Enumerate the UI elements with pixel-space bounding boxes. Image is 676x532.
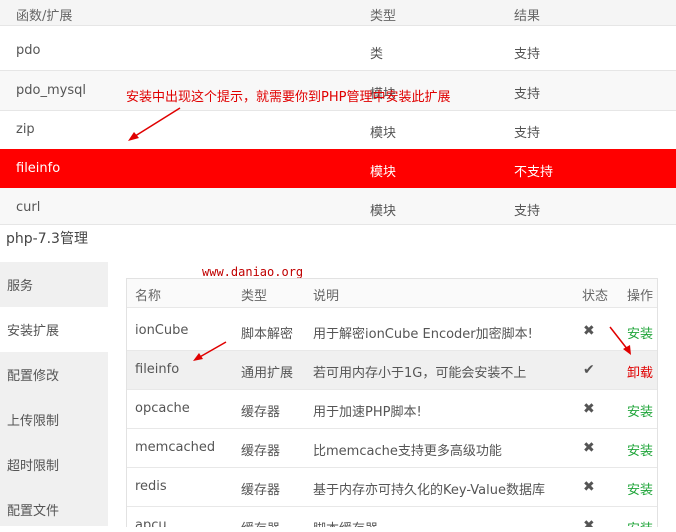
- row-type: 类: [370, 47, 384, 62]
- ext-desc: 用于解密ionCube Encoder加密脚本!: [313, 327, 533, 342]
- col-type-header: 类型: [241, 289, 268, 304]
- ext-desc: 若可用内存小于1G，可能会安装不上: [313, 366, 527, 381]
- sidebar-item-label: 配置文件: [7, 504, 60, 519]
- table-row: pdo 类 支持: [0, 31, 676, 71]
- col-name-header: 函数/扩展: [16, 9, 73, 24]
- table-row: redis 缓存器 基于内存亦可持久化的Key-Value数据库 ✖ 安装: [127, 468, 657, 507]
- sidebar-item-config-edit[interactable]: 配置修改: [0, 352, 108, 397]
- install-link[interactable]: 安装: [627, 440, 653, 459]
- col-name-header: 名称: [135, 289, 162, 304]
- row-result: 支持: [514, 126, 541, 141]
- col-result-header: 结果: [514, 9, 541, 24]
- ext-type: 缓存器: [241, 444, 281, 459]
- ext-desc: 比memcache支持更多高级功能: [313, 444, 502, 459]
- row-type: 模块: [370, 126, 397, 141]
- annotation-arrow-icon: [128, 107, 181, 141]
- ext-desc: 用于加速PHP脚本!: [313, 405, 422, 420]
- col-desc-header: 说明: [313, 289, 340, 304]
- col-action-header: 操作: [627, 289, 654, 304]
- sidebar-item-install-extension[interactable]: 安装扩展: [0, 307, 108, 352]
- pointer-arrow-icon: [609, 326, 631, 355]
- table-header: 名称 类型 说明 状态 操作: [127, 279, 657, 308]
- sidebar-item-label: 安装扩展: [7, 324, 60, 339]
- table-header: 函数/扩展 类型 结果: [0, 0, 676, 26]
- row-name: zip: [16, 122, 35, 137]
- cross-icon: ✖: [583, 440, 595, 456]
- sidebar-item-upload-limit[interactable]: 上传限制: [0, 397, 108, 442]
- table-row-highlighted: fileinfo 模块 不支持: [0, 149, 676, 189]
- row-type: 模块: [370, 165, 397, 180]
- row-result: 支持: [514, 87, 541, 102]
- ext-name: memcached: [135, 440, 216, 455]
- extension-check-table: 函数/扩展 类型 结果 pdo 类 支持 pdo_mysql 模块 支持 zip…: [0, 0, 676, 225]
- php-manager-title: php-7.3管理: [6, 231, 88, 247]
- uninstall-link[interactable]: 卸载: [627, 362, 653, 381]
- table-row: curl 模块 支持: [0, 188, 676, 225]
- ext-type: 通用扩展: [241, 366, 294, 381]
- row-name: curl: [16, 200, 41, 215]
- ext-name: fileinfo: [135, 362, 180, 377]
- sidebar-item-config-file[interactable]: 配置文件: [0, 487, 108, 532]
- pointer-arrow-icon: [193, 341, 227, 361]
- table-row: opcache 缓存器 用于加速PHP脚本! ✖ 安装: [127, 390, 657, 429]
- ext-type: 脚本解密: [241, 327, 294, 342]
- php-manager-sidebar: 服务 安装扩展 配置修改 上传限制 超时限制 配置文件: [0, 262, 108, 526]
- sidebar-item-label: 超时限制: [7, 459, 60, 474]
- row-result: 支持: [514, 47, 541, 62]
- row-name: pdo: [16, 43, 41, 58]
- table-row: memcached 缓存器 比memcache支持更多高级功能 ✖ 安装: [127, 429, 657, 468]
- sidebar-item-label: 配置修改: [7, 369, 60, 384]
- cross-icon: ✖: [583, 401, 595, 417]
- col-status-header: 状态: [582, 289, 609, 304]
- watermark: www.daniao.org: [202, 265, 304, 279]
- sidebar-item-timeout-limit[interactable]: 超时限制: [0, 442, 108, 487]
- table-row: apcu 缓存器 脚本缓存器 ✖ 安装: [127, 507, 657, 527]
- check-icon: ✔: [583, 362, 595, 378]
- ext-name: redis: [135, 479, 167, 494]
- table-row: zip 模块 支持: [0, 110, 676, 150]
- row-type: 模块: [370, 204, 397, 219]
- ext-desc: 基于内存亦可持久化的Key-Value数据库: [313, 483, 545, 498]
- ext-name: ionCube: [135, 323, 189, 338]
- install-link[interactable]: 安装: [627, 401, 653, 420]
- ext-type: 缓存器: [241, 405, 281, 420]
- sidebar-item-label: 服务: [7, 279, 34, 294]
- sidebar-item-label: 上传限制: [7, 414, 60, 429]
- ext-name: opcache: [135, 401, 190, 416]
- row-name: pdo_mysql: [16, 83, 86, 98]
- ext-type: 缓存器: [241, 483, 281, 498]
- row-result: 支持: [514, 204, 541, 219]
- install-link[interactable]: 安装: [627, 479, 653, 498]
- row-name: fileinfo: [16, 161, 61, 176]
- cross-icon: ✖: [583, 479, 595, 495]
- extensions-table: 名称 类型 说明 状态 操作 ionCube 脚本解密 用于解密ionCube …: [126, 278, 658, 527]
- col-type-header: 类型: [370, 9, 397, 24]
- sidebar-item-service[interactable]: 服务: [0, 262, 108, 307]
- cross-icon: ✖: [583, 323, 595, 339]
- row-result: 不支持: [514, 165, 554, 180]
